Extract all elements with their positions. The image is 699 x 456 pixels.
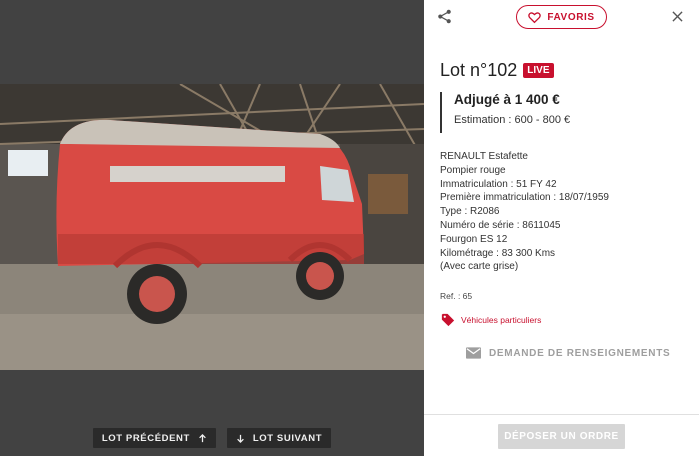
info-request-label: DEMANDE DE RENSEIGNEMENTS: [489, 347, 671, 359]
arrow-down-icon: [237, 434, 244, 443]
tag-icon: [441, 313, 455, 327]
lot-title: Lot n°102: [440, 60, 518, 80]
footer-divider: [424, 414, 699, 415]
lot-navigation: LOT PRÉCÉDENT LOT SUIVANT: [0, 428, 424, 448]
description-line: (Avec carte grise): [440, 261, 519, 273]
lot-description: RENAULT Estafette Pompier rouge Immatric…: [440, 150, 609, 274]
heart-icon: [528, 11, 542, 23]
live-badge: LIVE: [523, 63, 554, 78]
category-link[interactable]: Véhicules particuliers: [441, 313, 541, 327]
lot-reference: Ref. : 65: [440, 291, 473, 301]
description-line: Numéro de série : 8611045: [440, 219, 561, 231]
panel-header: FAVORIS: [424, 0, 699, 34]
previous-lot-button[interactable]: LOT PRÉCÉDENT: [92, 428, 216, 448]
next-lot-label: LOT SUIVANT: [252, 432, 323, 444]
description-line: Fourgon ES 12: [440, 233, 508, 245]
favorites-label: FAVORIS: [547, 11, 595, 23]
close-icon[interactable]: [672, 11, 683, 22]
description-line: Première immatriculation : 18/07/1959: [440, 192, 609, 204]
estimate: Estimation : 600 - 800 €: [454, 114, 571, 126]
category-label: Véhicules particuliers: [461, 315, 542, 325]
van-photo-illustration: [0, 84, 424, 370]
favorites-button[interactable]: FAVORIS: [516, 5, 607, 29]
hammer-price: Adjugé à 1 400 €: [454, 92, 560, 107]
lot-details-panel: FAVORIS Lot n°102 LIVE Adjugé à 1 400 € …: [424, 0, 699, 456]
share-icon[interactable]: [437, 9, 452, 24]
description-line: Immatriculation : 51 FY 42: [440, 178, 557, 190]
next-lot-button[interactable]: LOT SUIVANT: [226, 428, 332, 448]
sale-result: Adjugé à 1 400 € Estimation : 600 - 800 …: [440, 92, 570, 133]
description-line: Type : R2086: [440, 206, 500, 218]
lot-photo: [0, 84, 424, 370]
description-line: Pompier rouge: [440, 164, 506, 176]
place-order-button[interactable]: DÉPOSER UN ORDRE: [498, 424, 625, 449]
lot-heading: Lot n°102 LIVE: [440, 60, 554, 81]
info-request-button[interactable]: DEMANDE DE RENSEIGNEMENTS: [466, 347, 670, 359]
mail-icon: [466, 347, 481, 359]
description-line: RENAULT Estafette: [440, 151, 528, 162]
lot-image-viewer: LOT PRÉCÉDENT LOT SUIVANT: [0, 0, 424, 456]
arrow-up-icon: [199, 433, 206, 442]
previous-lot-label: LOT PRÉCÉDENT: [101, 432, 190, 444]
description-line: Kilométrage : 83 300 Kms: [440, 247, 556, 259]
